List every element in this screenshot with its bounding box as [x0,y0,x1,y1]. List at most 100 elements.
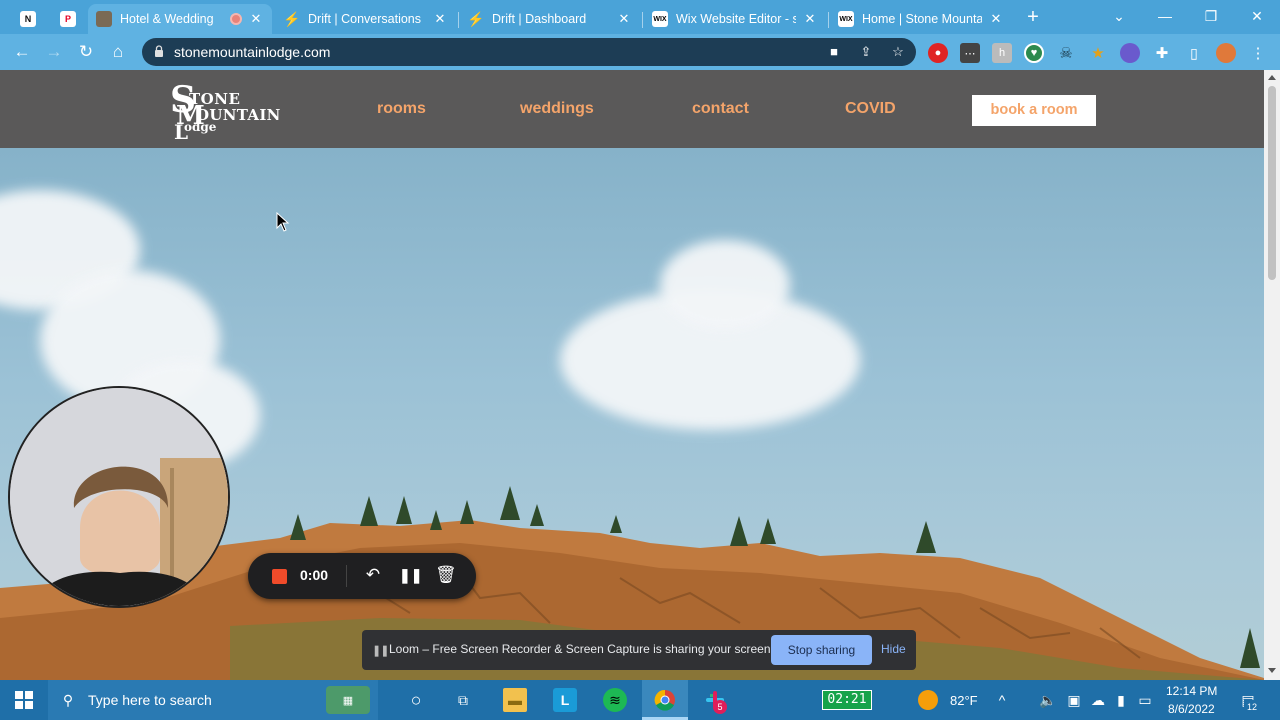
microphone-icon[interactable]: ▮ [1109,688,1133,712]
tab-drift-conversations[interactable]: ⚡ Drift | Conversations ✕ [276,4,456,34]
hide-banner-button[interactable]: Hide [881,642,906,656]
close-tab-icon[interactable]: ✕ [802,11,818,27]
clock-time[interactable]: 12:14 PM [1166,684,1217,698]
sharing-message: Loom – Free Screen Recorder & Screen Cap… [389,642,774,656]
tab-wix-editor[interactable]: WIX Wix Website Editor - st ✕ [644,4,826,34]
extension-green-icon[interactable]: ♥ [1024,43,1044,63]
minimize-window-icon[interactable]: — [1142,0,1188,34]
taskbar-search-placeholder: Type here to search [88,692,212,708]
tab-hotel-wedding[interactable]: Hotel & Wedding ✕ [88,4,272,34]
stone-mountain-logo[interactable]: S TONE M OUNTAIN L odge [170,82,290,144]
webcam-person-image [10,388,228,606]
meet-now-icon[interactable]: ▣ [1062,688,1086,712]
close-tab-icon[interactable]: ✕ [616,11,632,27]
forward-arrow-icon[interactable]: → [42,40,66,64]
extensions-puzzle-icon[interactable]: ✚ [1152,43,1172,63]
mouse-cursor-icon [276,212,290,232]
clock-date[interactable]: 8/6/2022 [1168,702,1215,716]
nav-weddings-link[interactable]: weddings [520,100,594,118]
search-highlight-icon[interactable]: ▦ [326,686,370,714]
extension-red-icon[interactable]: ● [928,43,948,63]
nav-rooms-link[interactable]: rooms [377,100,426,118]
taskbar-timer[interactable]: 02:21 [822,690,872,710]
restart-undo-icon[interactable]: ↶ [363,565,383,585]
share-icon[interactable]: ⇪ [857,44,875,60]
new-tab-button[interactable]: + [1020,6,1046,30]
camera-icon[interactable]: ■ [825,44,843,60]
browser-toolbar: ← → ↻ ⌂ stonemountainlodge.com ■ ⇪ ☆ ● ⋯… [0,34,1280,70]
tab-notion[interactable]: N [12,4,44,34]
scroll-down-arrow-icon[interactable] [1268,668,1276,673]
taskbar-search-box[interactable]: ⚲ Type here to search ▦ [48,680,378,720]
close-window-icon[interactable]: ✕ [1234,0,1280,34]
web-page: S TONE M OUNTAIN L odge rooms weddings c… [0,70,1264,680]
extension-star-icon[interactable]: ★ [1088,43,1108,63]
weather-temperature[interactable]: 82°F [950,693,978,708]
address-bar[interactable]: stonemountainlodge.com ■ ⇪ ☆ [142,38,916,66]
screen-sharing-banner: ❚❚ Loom – Free Screen Recorder & Screen … [362,630,916,670]
loom-webcam-bubble[interactable] [8,386,230,608]
weather-sun-icon[interactable] [918,690,938,710]
windows-start-icon[interactable] [12,688,36,712]
tab-search-chevron-icon[interactable]: ⌄ [1096,0,1142,34]
site-header: S TONE M OUNTAIN L odge rooms weddings c… [0,70,1264,148]
stop-recording-button[interactable] [272,569,287,584]
chrome-icon[interactable] [653,688,677,712]
tab-title: Home | Stone Mountai [862,12,982,26]
recording-indicator-icon [230,13,242,25]
extension-h-icon[interactable]: h [992,43,1012,63]
reload-icon[interactable]: ↻ [74,40,98,64]
back-arrow-icon[interactable]: ← [10,40,34,64]
sharing-pause-icon: ❚❚ [372,645,389,657]
volume-icon[interactable]: 🔈 [1036,688,1060,712]
extension-purple-icon[interactable] [1120,43,1140,63]
file-explorer-icon[interactable]: ▬ [503,688,527,712]
delete-trash-icon[interactable]: 🗑 [435,565,457,585]
lock-icon [155,45,163,57]
tab-stone-mountain-home[interactable]: WIX Home | Stone Mountai ✕ [830,4,1012,34]
pause-icon[interactable]: ❚❚ [399,565,422,585]
drift-icon: ⚡ [283,10,301,27]
slack-badge: 5 [713,700,727,714]
logo-word-odge: odge [184,120,217,134]
scrollbar-thumb[interactable] [1268,86,1276,280]
stop-sharing-button[interactable]: Stop sharing [771,635,872,665]
tab-title: Drift | Dashboard [492,12,587,26]
extension-dots-icon[interactable]: ⋯ [960,43,980,63]
spotify-icon[interactable]: ≋ [603,688,627,712]
cortana-circle-icon[interactable]: ○ [404,688,428,712]
wix-icon: WIX [838,11,854,27]
tab-title: Wix Website Editor - st [676,12,796,26]
loom-recording-controls: 0:00 ↶ ❚❚ 🗑 [248,553,476,599]
show-hidden-icons-chevron-icon[interactable]: ^ [990,688,1014,712]
bookmark-star-icon[interactable]: ☆ [889,44,907,60]
close-tab-icon[interactable]: ✕ [432,11,448,27]
notion-icon: N [20,11,36,27]
wix-icon: WIX [652,11,668,27]
home-icon[interactable]: ⌂ [106,40,130,64]
search-icon: ⚲ [62,691,74,708]
profile-avatar[interactable] [1216,43,1236,63]
tab-separator [828,12,829,28]
extension-pirate-icon[interactable]: ☠ [1056,43,1076,63]
onedrive-cloud-icon[interactable]: ☁ [1086,688,1110,712]
side-panel-icon[interactable]: ▯ [1184,43,1204,63]
tab-pinterest[interactable]: P [52,4,84,34]
url-text: stonemountainlodge.com [174,44,331,60]
control-divider [346,565,347,587]
tab-separator [642,12,643,28]
drift-icon: ⚡ [467,10,485,27]
restore-window-icon[interactable]: ❐ [1188,0,1234,34]
book-a-room-button[interactable]: book a room [972,95,1096,126]
nav-contact-link[interactable]: contact [692,100,749,118]
battery-icon[interactable]: ▭ [1133,688,1157,712]
task-view-icon[interactable]: ⧉ [451,688,475,712]
page-scrollbar[interactable] [1264,70,1280,680]
scroll-up-arrow-icon[interactable] [1268,75,1276,80]
browser-menu-icon[interactable]: ⋮ [1248,43,1268,63]
tab-drift-dashboard[interactable]: ⚡ Drift | Dashboard ✕ [460,4,640,34]
loom-l-app-icon[interactable]: L [553,688,577,712]
nav-covid-link[interactable]: COVID [845,100,896,118]
close-tab-icon[interactable]: ✕ [248,11,264,27]
close-tab-icon[interactable]: ✕ [988,11,1004,27]
